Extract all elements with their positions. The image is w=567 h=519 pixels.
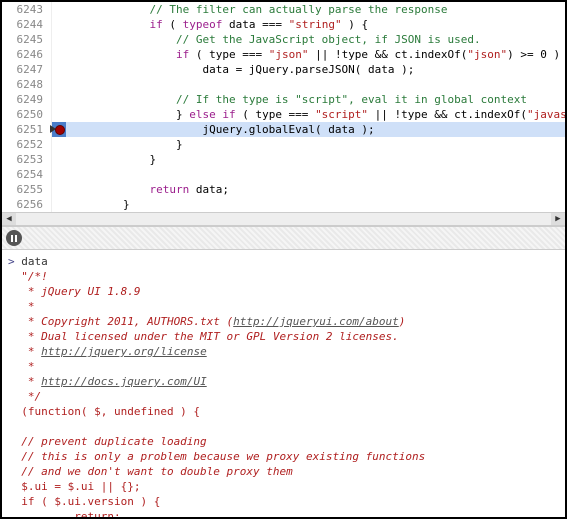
code-line[interactable]: 6245 // Get the JavaScript object, if JS… <box>2 32 565 47</box>
line-number: 6253 <box>2 152 52 167</box>
console-output-line: * <box>8 359 559 374</box>
code-content: if ( type === "json" || !type && ct.inde… <box>66 47 565 62</box>
pause-button[interactable] <box>6 230 22 246</box>
code-content: // If the type is "script", eval it in g… <box>66 92 565 107</box>
line-number: 6255 <box>2 182 52 197</box>
code-line[interactable]: 6246 if ( type === "json" || !type && ct… <box>2 47 565 62</box>
code-editor[interactable]: 6243 // The filter can actually parse th… <box>2 2 565 212</box>
gutter-marker[interactable] <box>52 32 66 47</box>
console-output-line: // this is only a problem because we pro… <box>8 449 559 464</box>
code-content <box>66 167 565 182</box>
gutter-marker[interactable] <box>52 137 66 152</box>
console-link[interactable]: http://docs.jquery.com/UI <box>41 375 207 388</box>
gutter-marker[interactable] <box>52 47 66 62</box>
code-content: } <box>66 152 565 167</box>
console-link[interactable]: http://jquery.org/license <box>41 345 207 358</box>
code-content: // The filter can actually parse the res… <box>66 2 565 17</box>
line-number: 6254 <box>2 167 52 182</box>
gutter-marker[interactable] <box>52 152 66 167</box>
console-output-line: */ <box>8 389 559 404</box>
console-output-line: * http://jquery.org/license <box>8 344 559 359</box>
console-output-line: $.ui = $.ui || {}; <box>8 479 559 494</box>
gutter-marker[interactable] <box>52 62 66 77</box>
console-output-line: * http://docs.jquery.com/UI <box>8 374 559 389</box>
line-number: 6252 <box>2 137 52 152</box>
scroll-right-arrow[interactable]: ▶ <box>551 213 565 225</box>
line-number: 6247 <box>2 62 52 77</box>
line-number: 6243 <box>2 2 52 17</box>
line-number: 6251 <box>2 122 52 137</box>
line-number: 6256 <box>2 197 52 212</box>
console-output-line: * Dual licensed under the MIT or GPL Ver… <box>8 329 559 344</box>
console-output-line: (function( $, undefined ) { <box>8 404 559 419</box>
code-line[interactable]: 6243 // The filter can actually parse th… <box>2 2 565 17</box>
code-content <box>66 77 565 92</box>
code-line[interactable]: 6251 jQuery.globalEval( data ); <box>2 122 565 137</box>
code-content: if ( typeof data === "string" ) { <box>66 17 565 32</box>
line-number: 6250 <box>2 107 52 122</box>
console-link[interactable]: http://jqueryui.com/about <box>233 315 399 328</box>
code-content: } else if ( type === "script" || !type &… <box>66 107 565 122</box>
gutter-marker[interactable] <box>52 182 66 197</box>
console-output-line <box>8 419 559 434</box>
gutter-marker[interactable] <box>52 2 66 17</box>
gutter-marker[interactable] <box>52 167 66 182</box>
line-number: 6249 <box>2 92 52 107</box>
horizontal-scrollbar[interactable]: ◀ ▶ <box>2 212 565 226</box>
code-line[interactable]: 6248 <box>2 77 565 92</box>
code-line[interactable]: 6255 return data; <box>2 182 565 197</box>
console-panel[interactable]: > data "/*! * jQuery UI 1.8.9 * * Copyri… <box>2 250 565 517</box>
console-output-line: * <box>8 299 559 314</box>
line-number: 6248 <box>2 77 52 92</box>
console-output-line: return; <box>8 509 559 517</box>
console-output-line: // and we don't want to double proxy the… <box>8 464 559 479</box>
gutter-marker[interactable] <box>52 77 66 92</box>
console-output-line: // prevent duplicate loading <box>8 434 559 449</box>
line-number: 6244 <box>2 17 52 32</box>
code-line[interactable]: 6256 } <box>2 197 565 212</box>
line-number: 6245 <box>2 32 52 47</box>
console-input-text: data <box>21 255 48 268</box>
code-line[interactable]: 6254 <box>2 167 565 182</box>
code-content: jQuery.globalEval( data ); <box>66 122 565 137</box>
console-output-line: * jQuery UI 1.8.9 <box>8 284 559 299</box>
console-prompt: > <box>8 255 15 268</box>
code-content: } <box>66 137 565 152</box>
gutter-marker[interactable] <box>52 107 66 122</box>
code-content: } <box>66 197 565 212</box>
scroll-left-arrow[interactable]: ◀ <box>2 213 16 225</box>
code-line[interactable]: 6247 data = jQuery.parseJSON( data ); <box>2 62 565 77</box>
line-number: 6246 <box>2 47 52 62</box>
code-line[interactable]: 6252 } <box>2 137 565 152</box>
code-line[interactable]: 6244 if ( typeof data === "string" ) { <box>2 17 565 32</box>
gutter-marker[interactable] <box>52 197 66 212</box>
code-content: data = jQuery.parseJSON( data ); <box>66 62 565 77</box>
code-line[interactable]: 6253 } <box>2 152 565 167</box>
gutter-marker[interactable] <box>52 92 66 107</box>
console-output-line: if ( $.ui.version ) { <box>8 494 559 509</box>
code-content: // Get the JavaScript object, if JSON is… <box>66 32 565 47</box>
panel-divider[interactable] <box>2 226 565 250</box>
gutter-marker[interactable] <box>52 17 66 32</box>
code-line[interactable]: 6250 } else if ( type === "script" || !t… <box>2 107 565 122</box>
console-input-line[interactable]: > data <box>8 254 559 269</box>
console-output-line: * Copyright 2011, AUTHORS.txt (http://jq… <box>8 314 559 329</box>
code-line[interactable]: 6249 // If the type is "script", eval it… <box>2 92 565 107</box>
breakpoint-marker[interactable] <box>52 122 66 137</box>
code-content: return data; <box>66 182 565 197</box>
console-output-line: "/*! <box>8 269 559 284</box>
